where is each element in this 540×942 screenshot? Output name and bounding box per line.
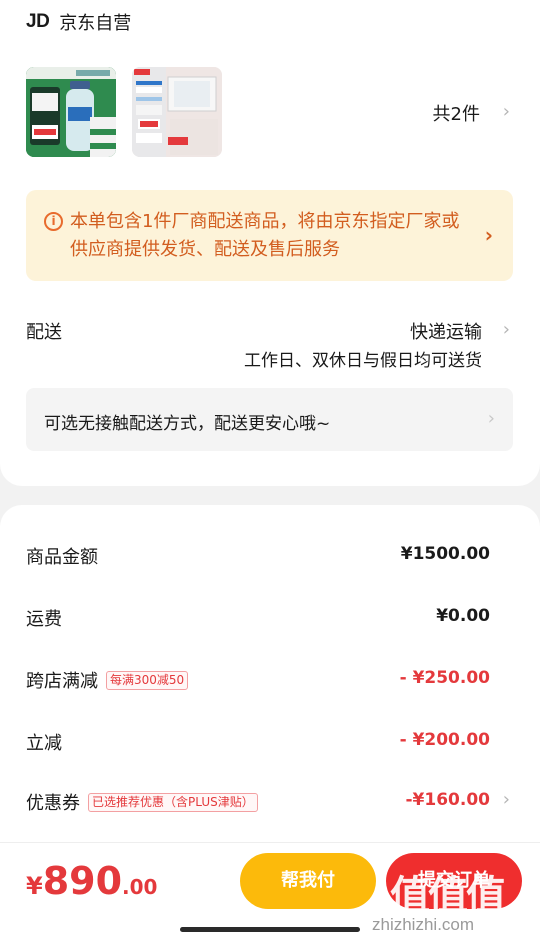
shipping-label: 配送	[26, 322, 62, 343]
product-water-bottle-icon	[26, 67, 116, 157]
summary-row-coupon[interactable]: 优惠券 已选推荐优惠（含PLUS津贴） -¥160.00	[26, 787, 490, 817]
price-integer: 890	[42, 859, 123, 903]
shop-header[interactable]: JD 京东自营	[26, 8, 131, 36]
checkout-bar: ¥ 890 .00 帮我付 提交订单 值值值 zhizhizhi.com	[0, 842, 540, 942]
promo-tag: 每满300减50	[106, 670, 189, 690]
summary-label: 商品金额	[26, 547, 98, 568]
vendor-shipping-notice[interactable]: i 本单包含1件厂商配送商品，将由京东指定厂家或供应商提供发货、配送及售后服务 …	[26, 190, 513, 281]
order-info-card: JD 京东自营 共2件 › i 本单包含1件厂商配送商品，将由京东指定厂家或供应…	[0, 0, 540, 486]
chevron-right-icon[interactable]: ›	[503, 101, 510, 122]
notice-text: 本单包含1件厂商配送商品，将由京东指定厂家或供应商提供发货、配送及售后服务	[70, 211, 460, 260]
summary-amount: - ¥250.00	[399, 668, 490, 688]
summary-label: 优惠券	[26, 793, 80, 814]
product-thumbnail-mirror-cabinet[interactable]	[132, 67, 222, 157]
summary-amount: -¥160.00	[405, 790, 491, 810]
shop-name: 京东自营	[59, 13, 132, 34]
jd-logo: JD	[26, 11, 50, 32]
summary-amount: ¥0.00	[436, 606, 490, 626]
product-thumbnail-water-bottle[interactable]	[26, 67, 116, 157]
watermark-url: zhizhizhi.com	[372, 915, 475, 934]
chevron-right-icon[interactable]: ›	[503, 789, 510, 810]
info-icon: i	[44, 212, 63, 231]
price-decimal: .00	[122, 875, 158, 899]
total-price: ¥ 890 .00	[26, 859, 157, 903]
chevron-right-icon[interactable]: ›	[503, 319, 510, 340]
watermark-logo: 值值值	[390, 873, 506, 919]
coupon-tag: 已选推荐优惠（含PLUS津贴）	[88, 792, 258, 812]
summary-row-cross-store-discount: 跨店满减 每满300减50 - ¥250.00	[26, 665, 490, 695]
summary-label: 运费	[26, 609, 62, 630]
chevron-right-icon: ›	[484, 223, 493, 247]
summary-row-shipping-fee: 运费 ¥0.00	[26, 603, 490, 633]
summary-amount: ¥1500.00	[400, 544, 490, 564]
shipping-method[interactable]: 快递运输	[410, 318, 482, 344]
summary-row-subtotal: 商品金额 ¥1500.00	[26, 541, 490, 571]
contactless-delivery-option[interactable]: 可选无接触配送方式，配送更安心哦~ ›	[26, 388, 513, 451]
summary-row-instant-discount: 立减 - ¥200.00	[26, 727, 490, 757]
summary-label: 立减	[26, 733, 62, 754]
product-count[interactable]: 共2件	[433, 100, 480, 126]
product-cabinet-mirror-icon	[132, 67, 222, 157]
summary-label-group: 优惠券 已选推荐优惠（含PLUS津贴）	[26, 787, 258, 817]
contactless-text: 可选无接触配送方式，配送更安心哦~	[44, 414, 331, 434]
home-indicator[interactable]	[180, 927, 360, 932]
summary-label: 跨店满减	[26, 671, 98, 692]
summary-label-group: 跨店满减 每满300减50	[26, 665, 189, 695]
summary-amount: - ¥200.00	[399, 730, 490, 750]
shipping-time-note: 工作日、双休日与假日均可送货	[244, 351, 482, 371]
help-me-pay-button[interactable]: 帮我付	[240, 853, 376, 909]
chevron-right-icon: ›	[487, 408, 495, 429]
price-currency: ¥	[26, 872, 43, 900]
